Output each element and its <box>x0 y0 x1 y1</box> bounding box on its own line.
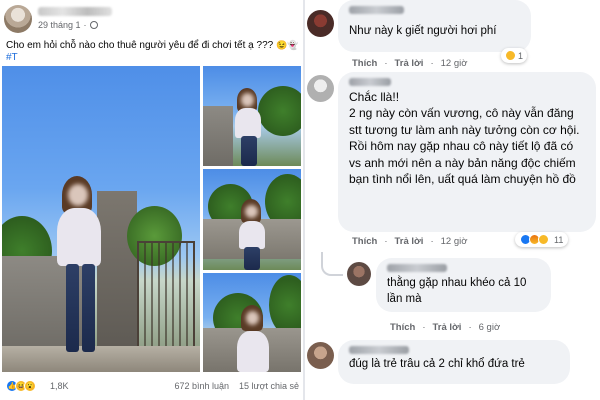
comments-panel: Như này k giết người hơi phí 1 Thích · T… <box>305 0 600 400</box>
like-link[interactable]: Thích <box>352 236 377 247</box>
post-photo-main[interactable] <box>2 66 200 372</box>
figure-legs <box>241 136 257 166</box>
comment-reaction[interactable]: 1 <box>501 48 528 63</box>
blurred-face <box>68 184 88 206</box>
globe-icon <box>89 21 98 29</box>
comment-actions: Thích · Trả lời · 12 giờ <box>352 236 468 247</box>
tree-shape <box>258 86 301 136</box>
comment-bubble: thằng gặp nhau khéo cả 10 lần mà <box>376 258 551 312</box>
comment-time[interactable]: 6 giờ <box>479 322 501 333</box>
reaction-bar: 👍 😆 😮 1,8K 672 bình luận 15 lượt chia sẻ <box>6 378 301 394</box>
commenter-avatar[interactable] <box>347 262 371 286</box>
figure-leg-right <box>82 264 95 352</box>
post: 29 tháng 1 · Cho em hỏi chỗ nào cho thuê… <box>0 0 303 400</box>
figure-top <box>239 221 265 249</box>
commenter-name-blurred[interactable] <box>349 346 409 354</box>
sad-icon <box>505 50 516 61</box>
figure-top <box>237 331 269 372</box>
blurred-face <box>245 205 258 218</box>
figure-top <box>57 208 101 266</box>
post-date[interactable]: 29 tháng 1 <box>38 20 81 30</box>
reply-link[interactable]: Trả lời <box>395 236 424 247</box>
comment-text: Như này k giết người hơi phí <box>349 25 497 37</box>
reply-thread-line <box>321 252 343 276</box>
engagement-counts: 672 bình luận 15 lượt chia sẻ <box>174 381 299 391</box>
commenter-avatar[interactable] <box>307 342 334 369</box>
commenter-name-blurred[interactable] <box>387 264 447 272</box>
reply-link[interactable]: Trả lời <box>395 58 424 69</box>
pillar-shape <box>97 191 137 351</box>
hashtag-link[interactable]: #T <box>6 52 18 63</box>
comment-reaction-count: 1 <box>518 50 524 61</box>
comment-text: thằng gặp nhau khéo cả 10 lần mà <box>387 277 527 305</box>
author-avatar[interactable] <box>4 5 32 33</box>
comment-actions: Thích · Trả lời · 6 giờ <box>390 322 501 333</box>
comments-count[interactable]: 672 bình luận <box>174 381 229 391</box>
comment-text-body: 2 ng này còn vấn vương, cô này vẫn đăng … <box>349 106 580 186</box>
ground-shape <box>2 346 200 372</box>
tree-shape-2 <box>269 275 301 335</box>
comment-actions: Thích · Trả lời · 12 giờ <box>352 58 468 69</box>
reaction-count[interactable]: 1,8K <box>50 381 69 391</box>
post-photo-side-1[interactable] <box>203 66 301 166</box>
post-photo-side-3[interactable] <box>203 273 301 372</box>
post-text-emoji: 😉👻 <box>275 40 299 50</box>
wall-shape <box>203 106 233 166</box>
shares-count[interactable]: 15 lượt chia sẻ <box>239 381 299 391</box>
comment-bubble: đúg là trẻ trâu cả 2 chỉ khổ đứa trẻ <box>338 340 570 384</box>
like-link[interactable]: Thích <box>352 58 377 69</box>
commenter-name-blurred[interactable] <box>349 78 391 86</box>
comment-text: đúg là trẻ trâu cả 2 chỉ khổ đứa trẻ <box>349 358 525 370</box>
comment-bubble: Như này k giết người hơi phí <box>338 0 531 52</box>
blurred-face <box>241 93 254 107</box>
blurred-face <box>246 311 259 325</box>
commenter-avatar[interactable] <box>307 75 334 102</box>
post-photo-side-2[interactable] <box>203 169 301 270</box>
commenter-avatar[interactable] <box>307 10 334 37</box>
comment-reaction[interactable]: 11 <box>515 232 569 247</box>
figure-top <box>235 108 261 138</box>
post-header: 29 tháng 1 · <box>4 3 299 33</box>
commenter-name-blurred[interactable] <box>349 6 404 14</box>
figure-legs <box>244 247 260 270</box>
figure-leg-left <box>66 264 79 352</box>
author-name-blurred[interactable] <box>38 7 112 16</box>
comment-time[interactable]: 12 giờ <box>441 58 468 69</box>
post-text-content: Cho em hỏi chỗ nào cho thuê người yêu để… <box>6 40 274 51</box>
like-link[interactable]: Thích <box>390 322 415 333</box>
wow-icon: 😮 <box>24 380 36 392</box>
reply-link[interactable]: Trả lời <box>433 322 462 333</box>
comment-reaction-count: 11 <box>554 234 564 245</box>
haha-icon <box>538 234 549 245</box>
reaction-icons[interactable]: 👍 😆 😮 <box>6 380 36 392</box>
comment-text-line1: Chắc llà!! <box>349 90 400 104</box>
comment-time[interactable]: 12 giờ <box>441 236 468 247</box>
post-meta: 29 tháng 1 · <box>38 20 98 30</box>
comment-bubble: Chắc llà!! 2 ng này còn vấn vương, cô nà… <box>338 72 596 232</box>
post-text: Cho em hỏi chỗ nào cho thuê người yêu để… <box>6 39 301 52</box>
gate-shape <box>137 241 195 351</box>
